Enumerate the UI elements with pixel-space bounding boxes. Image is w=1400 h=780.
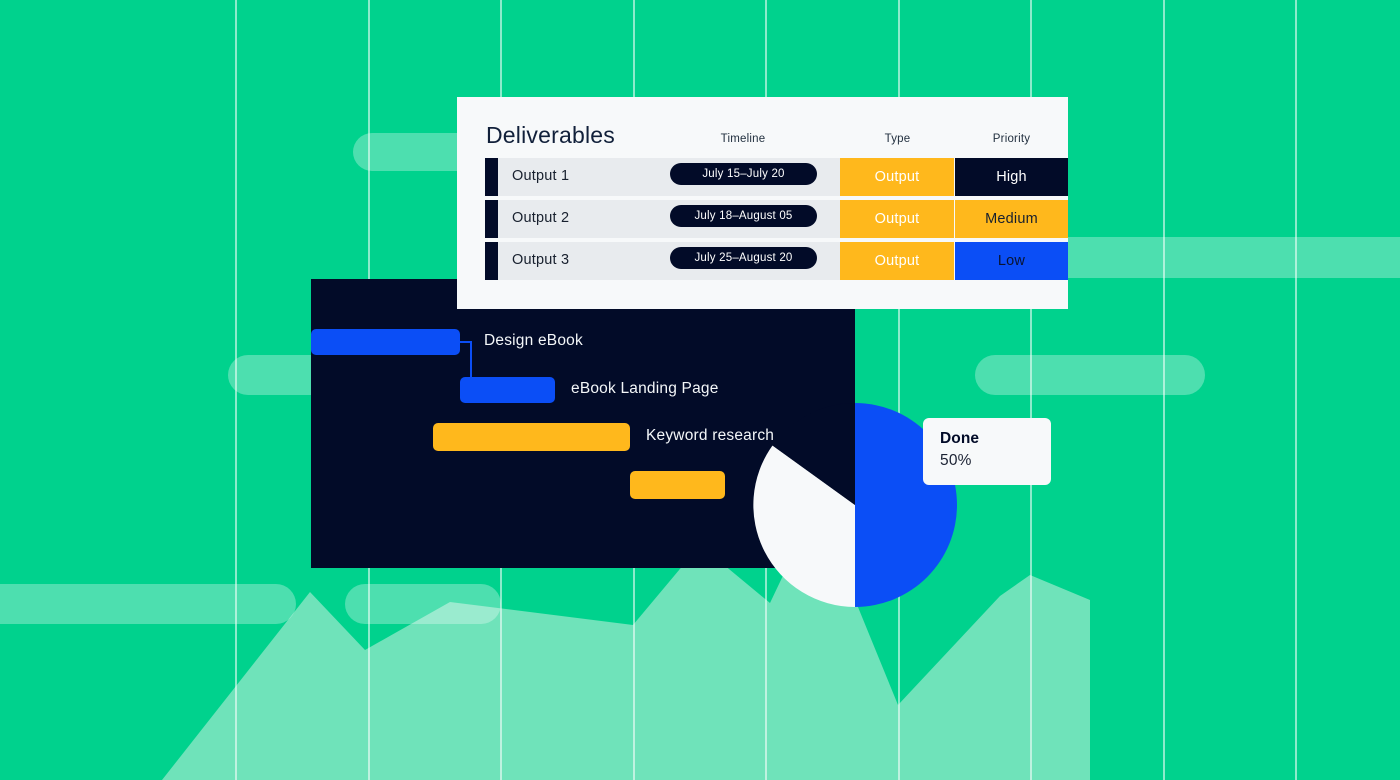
gantt-label-ebook-landing-page: eBook Landing Page (571, 380, 719, 397)
table-row[interactable]: Output 3 July 25–August 20 Output Low (457, 242, 1068, 280)
gantt-bar-design-ebook[interactable] (311, 329, 460, 355)
priority-cell[interactable]: High (955, 158, 1068, 196)
type-cell[interactable]: Output (840, 200, 954, 238)
grid-line-1 (235, 0, 237, 780)
timeline-chip[interactable]: July 18–August 05 (670, 205, 817, 227)
grid-line-9 (1295, 0, 1297, 780)
done-stat-value: 50% (940, 452, 972, 469)
row-accent-bar (485, 242, 498, 280)
timeline-chip[interactable]: July 15–July 20 (670, 163, 817, 185)
gantt-bar-untitled[interactable] (630, 471, 725, 499)
decor-pill-5 (345, 584, 501, 624)
grid-line-8 (1163, 0, 1165, 780)
deliverables-card: Deliverables Timeline Type Priority Outp… (457, 97, 1068, 309)
row-name: Output 1 (512, 168, 570, 184)
row-accent-bar (485, 200, 498, 238)
gantt-bar-keyword-research[interactable] (433, 423, 630, 451)
gantt-label-design-ebook: Design eBook (484, 332, 583, 349)
type-cell[interactable]: Output (840, 158, 954, 196)
column-header-type: Type (884, 133, 911, 145)
priority-cell[interactable]: Low (955, 242, 1068, 280)
done-stat-card: Done 50% (923, 418, 1051, 485)
column-header-priority: Priority (992, 133, 1031, 145)
row-name: Output 3 (512, 252, 570, 268)
screenshot-stage: Design eBook eBook Landing Page Keyword … (0, 0, 1400, 780)
decor-pill-4 (0, 584, 296, 624)
table-row[interactable]: Output 1 July 15–July 20 Output High (457, 158, 1068, 196)
done-stat-title: Done (940, 430, 980, 447)
type-cell[interactable]: Output (840, 242, 954, 280)
page-title: Deliverables (486, 122, 615, 148)
column-header-timeline: Timeline (720, 133, 766, 145)
row-name: Output 2 (512, 210, 570, 226)
timeline-chip[interactable]: July 25–August 20 (670, 247, 817, 269)
decor-pill-3 (975, 355, 1205, 395)
deliverables-header: Deliverables Timeline Type Priority (457, 97, 1068, 158)
decor-band-1 (1068, 237, 1400, 278)
table-row[interactable]: Output 2 July 18–August 05 Output Medium (457, 200, 1068, 238)
row-accent-bar (485, 158, 498, 196)
priority-cell[interactable]: Medium (955, 200, 1068, 238)
